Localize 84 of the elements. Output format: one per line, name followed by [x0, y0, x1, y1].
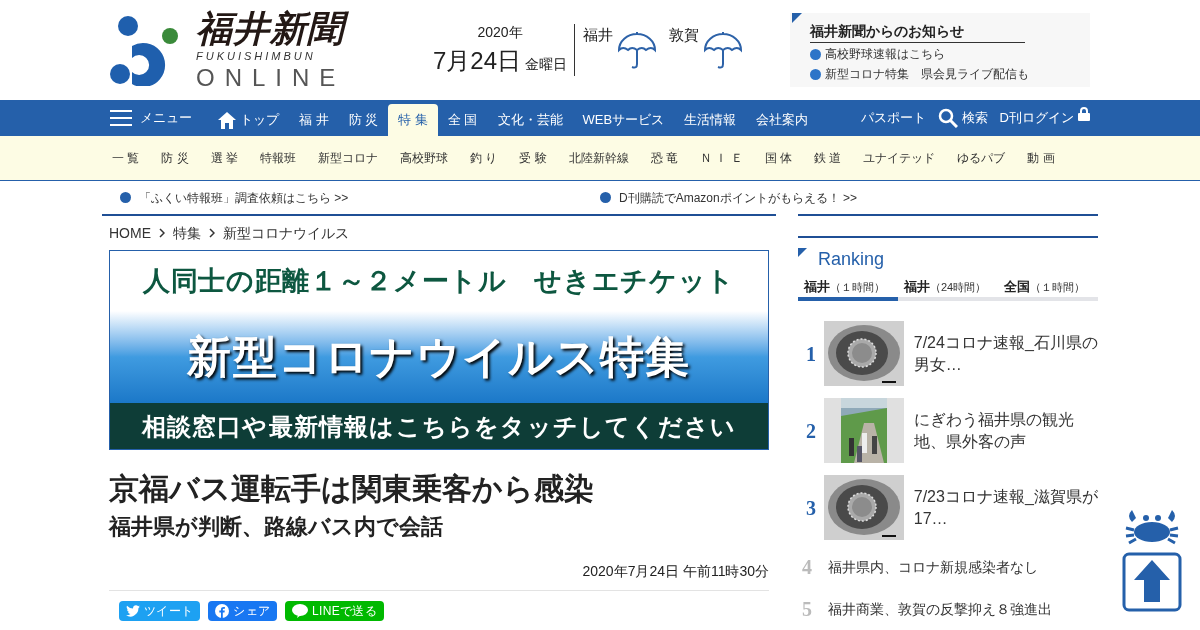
rank-number: 2: [804, 418, 817, 444]
logo-icon[interactable]: [110, 14, 180, 86]
category-link[interactable]: 動 画: [1027, 149, 1055, 167]
notice-link[interactable]: 高校野球速報はこちら: [825, 45, 945, 63]
ticker-link[interactable]: 「ふくい特報班」調査依頼はこちら >>: [139, 188, 349, 207]
nav-tab[interactable]: 会社案内: [746, 104, 819, 136]
ranking-link[interactable]: 福井県内、コロナ新規感染者なし: [828, 556, 1038, 578]
lock-icon: [1078, 107, 1090, 121]
weather-city: 福井: [583, 25, 613, 45]
rank-number: 4: [801, 555, 813, 580]
corner-mark: [792, 13, 802, 23]
chevron-icon: [209, 228, 215, 238]
scroll-top-button[interactable]: [1122, 552, 1182, 612]
home-icon: [218, 111, 236, 129]
article-title: 京福バス運転手は関東乗客から感染: [109, 471, 595, 507]
category-link[interactable]: 恐 竜: [650, 149, 679, 167]
category-link[interactable]: ゆるパブ: [957, 149, 1006, 167]
nav-link[interactable]: パスポート: [860, 108, 926, 128]
nav-tab[interactable]: 全 国: [437, 104, 488, 136]
rank-number: 1: [804, 341, 817, 367]
category-link[interactable]: 新型コロナ: [318, 149, 379, 167]
nav-tab[interactable]: 特 集: [388, 104, 438, 136]
date-year: 2020年: [477, 22, 523, 42]
bullet-icon: [120, 192, 131, 203]
ranking-tab[interactable]: 全国（１時間）: [998, 277, 1098, 301]
breadcrumb-link[interactable]: HOME: [109, 222, 151, 244]
ranking-tab[interactable]: 福井（24時間）: [898, 277, 998, 301]
logo-subtitle: FUKUISHIMBUN: [196, 50, 317, 62]
category-link[interactable]: 北陸新幹線: [568, 149, 629, 167]
banner-title: 新型コロナウイルス特集: [110, 311, 768, 403]
ranking-link[interactable]: 福井商業、敦賀の反撃抑え８強進出: [828, 598, 1052, 620]
article-subtitle: 福井県が判断、路線バス内で会話: [109, 512, 444, 541]
nav-tab[interactable]: 福 井: [289, 104, 339, 136]
menu-button[interactable]: メニュー: [110, 100, 208, 136]
rank-number: 5: [801, 597, 813, 622]
nav-tab[interactable]: 生活情報: [674, 104, 747, 136]
bullet-icon: [810, 48, 821, 60]
article-date: 2020年7月24日 午前11時30分: [109, 560, 769, 591]
category-link[interactable]: 特報班: [260, 149, 297, 167]
breadcrumb-link[interactable]: 特集: [173, 222, 201, 244]
notice-link[interactable]: 新型コロナ特集 県会見ライブ配信も: [825, 65, 1029, 83]
share-button[interactable]: シェア: [208, 600, 278, 621]
menu-icon: [110, 110, 132, 126]
logo-online: ONLINE: [196, 65, 346, 90]
category-link[interactable]: 選 挙: [210, 149, 239, 167]
category-link[interactable]: 国 体: [764, 149, 793, 167]
bullet-icon: [600, 192, 611, 203]
breadcrumb-link[interactable]: 新型コロナウイルス: [223, 222, 349, 244]
nav-link[interactable]: 検索: [937, 108, 988, 128]
umbrella-icon: [703, 32, 743, 70]
nav-tab[interactable]: 防 災: [338, 104, 389, 136]
weather-city: 敦賀: [669, 25, 699, 45]
banner[interactable]: 人同士の距離１～２メートル せきエチケット 新型コロナウイルス特集 相談窓口や最新情報はこちらをタッチしてください: [109, 250, 769, 450]
nav-link[interactable]: D刊ログイン: [999, 108, 1090, 128]
ranking-title: Ranking: [818, 248, 885, 271]
chevron-icon: [159, 228, 165, 238]
banner-caption: 相談窓口や最新情報はこちらをタッチしてください: [110, 403, 768, 449]
bird-icon: [126, 604, 140, 617]
ranking-link[interactable]: 7/24コロナ速報_石川県の男女…: [913, 331, 1098, 376]
search-icon: [937, 108, 958, 128]
category-link[interactable]: 鉄 道: [814, 149, 842, 167]
bullet-icon: [810, 68, 821, 80]
facebook-icon: [215, 603, 230, 618]
ranking-link[interactable]: にぎわう福井県の観光地、県外客の声: [913, 408, 1098, 453]
umbrella-icon: [617, 32, 657, 70]
ranking-tab[interactable]: 福井（１時間）: [798, 277, 898, 301]
date-weekday: 金曜日: [525, 54, 567, 74]
ticker-link[interactable]: D刊購読でAmazonポイントがもらえる！ >>: [619, 188, 858, 207]
nav-tab[interactable]: 文化・芸能: [487, 104, 573, 136]
corner-mark: [798, 248, 807, 257]
category-link[interactable]: 一 覧: [112, 149, 140, 167]
category-link[interactable]: 高校野球: [400, 149, 449, 167]
nav-tab[interactable]: トップ: [208, 104, 289, 136]
rank-number: 3: [804, 495, 817, 521]
category-link[interactable]: 防 災: [161, 149, 189, 167]
ranking-link[interactable]: 7/23コロナ速報_滋賀県が17…: [913, 485, 1098, 530]
nav-tab[interactable]: WEBサービス: [572, 104, 675, 136]
category-link[interactable]: ユナイテッド: [863, 149, 936, 167]
notice-title: 福井新聞からのお知らせ: [810, 21, 1025, 43]
category-link[interactable]: 釣 り: [470, 149, 498, 167]
category-link[interactable]: 受 験: [519, 149, 547, 167]
speech-bubble-icon: [292, 603, 309, 618]
date-day: 7月24日: [432, 42, 521, 79]
category-link[interactable]: Ｎ Ｉ Ｅ: [700, 149, 743, 167]
